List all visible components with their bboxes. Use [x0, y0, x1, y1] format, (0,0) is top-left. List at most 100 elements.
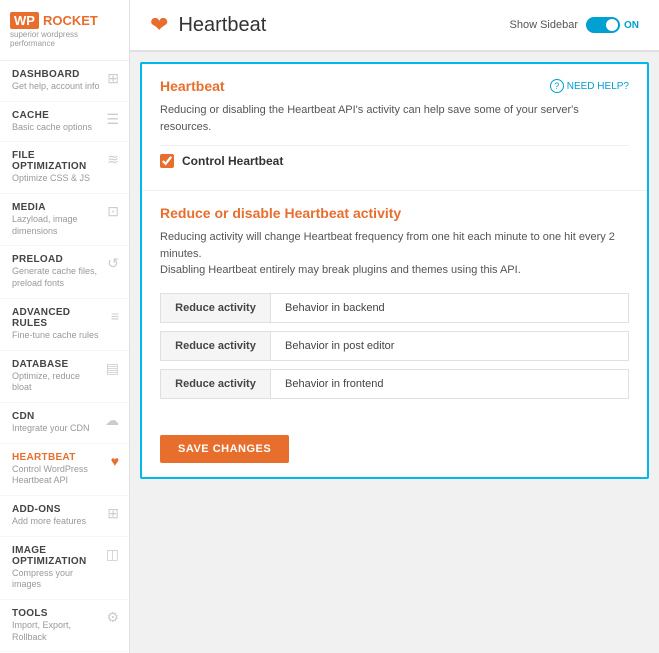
sidebar-item-tools[interactable]: TOOLSImport, Export, Rollback⚙ — [0, 600, 129, 652]
behavior-row-0: Reduce activityBehavior in backend — [160, 293, 629, 323]
sidebar-item-cache[interactable]: CACHEBasic cache options☰ — [0, 102, 129, 143]
sidebar-item-dashboard[interactable]: DASHBOARDGet help, account info⊞ — [0, 61, 129, 102]
sidebar-item-title-tools: TOOLS — [12, 608, 102, 619]
sidebar-item-image-optimization[interactable]: IMAGE OPTIMIZATIONCompress your images◫ — [0, 537, 129, 600]
save-changes-button[interactable]: SAVE CHANGES — [160, 435, 289, 463]
sidebar-item-content-file-optimization: FILE OPTIMIZATIONOptimize CSS & JS — [12, 150, 103, 185]
sidebar-icon-database: ▤ — [106, 360, 119, 377]
logo-sub: superior wordpress performance — [10, 30, 119, 48]
logo-rocket: ROCKET — [43, 13, 98, 28]
sidebar-item-content-advanced-rules: ADVANCED RULESFine-tune cache rules — [12, 307, 107, 342]
sidebar-item-title-add-ons: ADD-ONS — [12, 504, 103, 515]
sidebar-item-content-add-ons: ADD-ONSAdd more features — [12, 504, 103, 528]
sidebar-item-content-heartbeat: HEARTBEATControl WordPress Heartbeat API — [12, 452, 107, 487]
sidebar-item-file-optimization[interactable]: FILE OPTIMIZATIONOptimize CSS & JS≋ — [0, 142, 129, 194]
behavior-row-2: Reduce activityBehavior in frontend — [160, 369, 629, 399]
sidebar-item-content-tools: TOOLSImport, Export, Rollback — [12, 608, 102, 643]
control-heartbeat-row: Control Heartbeat — [160, 145, 629, 176]
page-header: ❤ Heartbeat Show Sidebar ON — [130, 0, 659, 52]
sidebar-item-content-preload: PRELOADGenerate cache files, preload fon… — [12, 254, 103, 289]
save-section: SAVE CHANGES — [142, 421, 647, 477]
reduce-desc2: Disabling Heartbeat entirely may break p… — [160, 264, 521, 276]
heartbeat-section: Heartbeat ? NEED HELP? Reducing or disab… — [142, 64, 647, 191]
sidebar-logo: WP ROCKET superior wordpress performance — [0, 0, 129, 61]
header-left: ❤ Heartbeat — [150, 12, 266, 38]
show-sidebar-label: Show Sidebar — [510, 19, 579, 31]
reduce-desc1: Reducing activity will change Heartbeat … — [160, 231, 615, 260]
sidebar-item-sub-image-optimization: Compress your images — [12, 568, 102, 591]
need-help-button[interactable]: ? NEED HELP? — [550, 79, 629, 93]
sidebar-item-title-cdn: CDN — [12, 411, 101, 422]
sidebar-items-container: DASHBOARDGet help, account info⊞CACHEBas… — [0, 61, 129, 653]
sidebar-icon-add-ons: ⊞ — [107, 505, 119, 522]
sidebar-item-sub-add-ons: Add more features — [12, 516, 103, 528]
sidebar-item-sub-cdn: Integrate your CDN — [12, 423, 101, 435]
sidebar-icon-cache: ☰ — [106, 111, 119, 128]
sidebar-item-sub-dashboard: Get help, account info — [12, 81, 103, 93]
sidebar-item-sub-tools: Import, Export, Rollback — [12, 620, 102, 643]
logo: WP ROCKET — [10, 12, 119, 29]
toggle-bg[interactable] — [586, 17, 620, 33]
sidebar-toggle[interactable]: ON — [586, 17, 639, 33]
sidebar-item-content-media: MEDIALazyload, image dimensions — [12, 202, 103, 237]
sidebar-item-cdn[interactable]: CDNIntegrate your CDN☁ — [0, 403, 129, 444]
reduce-activity-button-1[interactable]: Reduce activity — [161, 332, 271, 360]
sidebar-item-content-database: DATABASEOptimize, reduce bloat — [12, 359, 102, 394]
sidebar-icon-dashboard: ⊞ — [107, 70, 119, 87]
sidebar-icon-file-optimization: ≋ — [107, 151, 119, 168]
toggle-label: ON — [624, 20, 639, 31]
sidebar-item-sub-preload: Generate cache files, preload fonts — [12, 266, 103, 289]
behavior-label-0: Behavior in backend — [271, 294, 399, 322]
sidebar-item-sub-database: Optimize, reduce bloat — [12, 371, 102, 394]
behavior-rows-container: Reduce activityBehavior in backendReduce… — [160, 293, 629, 399]
heartbeat-header-icon: ❤ — [150, 12, 168, 38]
sidebar-icon-image-optimization: ◫ — [106, 546, 119, 563]
control-heartbeat-label[interactable]: Control Heartbeat — [182, 154, 283, 168]
page-title: Heartbeat — [178, 14, 266, 37]
section1-title: Heartbeat — [160, 78, 225, 94]
sidebar-icon-advanced-rules: ≡ — [111, 308, 119, 324]
section1-header: Heartbeat ? NEED HELP? — [160, 78, 629, 94]
sidebar-item-advanced-rules[interactable]: ADVANCED RULESFine-tune cache rules≡ — [0, 299, 129, 351]
sidebar-item-heartbeat[interactable]: HEARTBEATControl WordPress Heartbeat API… — [0, 444, 129, 496]
sidebar-icon-preload: ↺ — [107, 255, 119, 272]
section1-desc: Reducing or disabling the Heartbeat API'… — [160, 102, 629, 135]
behavior-label-1: Behavior in post editor — [271, 332, 408, 360]
sidebar-item-title-dashboard: DASHBOARD — [12, 69, 103, 80]
sidebar-item-preload[interactable]: PRELOADGenerate cache files, preload fon… — [0, 246, 129, 298]
main-area: ❤ Heartbeat Show Sidebar ON Heartbeat ? — [130, 0, 659, 653]
need-help-label: NEED HELP? — [567, 81, 629, 92]
content-panel: Heartbeat ? NEED HELP? Reducing or disab… — [140, 62, 649, 479]
sidebar-item-add-ons[interactable]: ADD-ONSAdd more features⊞ — [0, 496, 129, 537]
sidebar-item-sub-file-optimization: Optimize CSS & JS — [12, 173, 103, 185]
sidebar-item-content-image-optimization: IMAGE OPTIMIZATIONCompress your images — [12, 545, 102, 591]
reduce-title: Reduce or disable Heartbeat activity — [160, 205, 629, 221]
sidebar-item-title-media: MEDIA — [12, 202, 103, 213]
sidebar-icon-tools: ⚙ — [106, 609, 119, 626]
sidebar-item-database[interactable]: DATABASEOptimize, reduce bloat▤ — [0, 351, 129, 403]
sidebar-item-title-database: DATABASE — [12, 359, 102, 370]
reduce-activity-button-2[interactable]: Reduce activity — [161, 370, 271, 398]
sidebar-icon-media: ⊡ — [107, 203, 119, 220]
sidebar-item-sub-heartbeat: Control WordPress Heartbeat API — [12, 464, 107, 487]
sidebar-item-title-image-optimization: IMAGE OPTIMIZATION — [12, 545, 102, 567]
reduce-activity-button-0[interactable]: Reduce activity — [161, 294, 271, 322]
behavior-label-2: Behavior in frontend — [271, 370, 397, 398]
sidebar-icon-cdn: ☁ — [105, 412, 119, 429]
sidebar-item-content-dashboard: DASHBOARDGet help, account info — [12, 69, 103, 93]
sidebar-item-content-cache: CACHEBasic cache options — [12, 110, 102, 134]
sidebar: WP ROCKET superior wordpress performance… — [0, 0, 130, 653]
sidebar-item-content-cdn: CDNIntegrate your CDN — [12, 411, 101, 435]
content-area: Heartbeat ? NEED HELP? Reducing or disab… — [130, 52, 659, 653]
sidebar-item-sub-advanced-rules: Fine-tune cache rules — [12, 330, 107, 342]
reduce-desc: Reducing activity will change Heartbeat … — [160, 229, 629, 279]
reduce-section: Reduce or disable Heartbeat activity Red… — [142, 191, 647, 421]
sidebar-item-sub-cache: Basic cache options — [12, 122, 102, 134]
sidebar-item-title-cache: CACHE — [12, 110, 102, 121]
sidebar-item-media[interactable]: MEDIALazyload, image dimensions⊡ — [0, 194, 129, 246]
sidebar-item-title-heartbeat: HEARTBEAT — [12, 452, 107, 463]
sidebar-item-sub-media: Lazyload, image dimensions — [12, 214, 103, 237]
header-right: Show Sidebar ON — [510, 17, 640, 33]
toggle-knob — [606, 19, 618, 31]
control-heartbeat-checkbox[interactable] — [160, 154, 174, 168]
